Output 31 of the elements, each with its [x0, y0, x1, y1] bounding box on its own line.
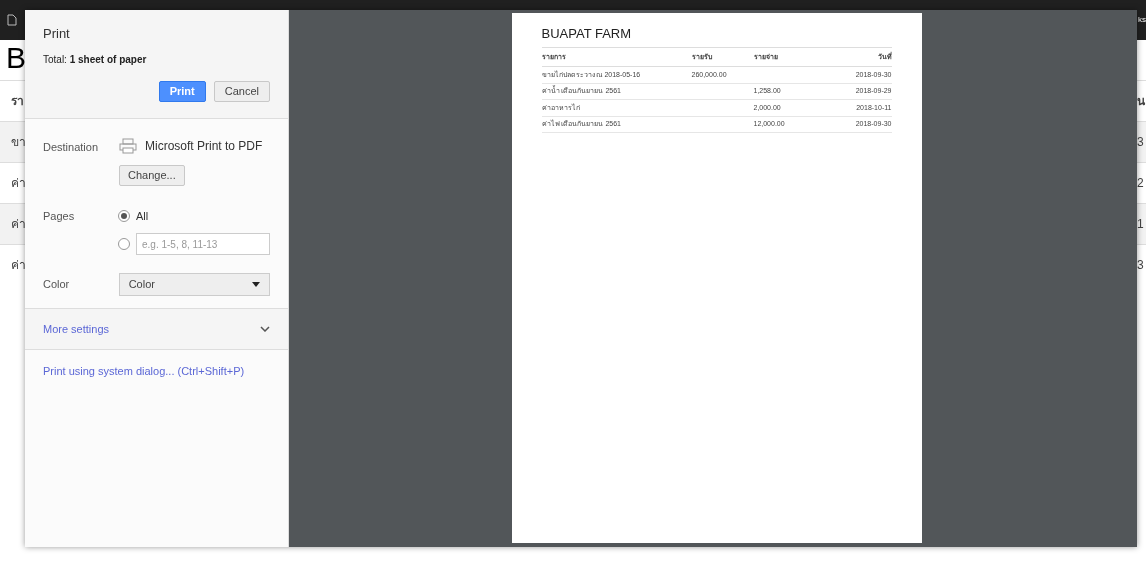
table-cell-text: น — [1137, 93, 1145, 110]
printer-name: Microsoft Print to PDF — [145, 137, 263, 155]
color-dropdown[interactable]: Color — [118, 273, 270, 296]
page-range-field[interactable]: e.g. 1-5, 8, 11-13 — [136, 233, 270, 255]
system-dialog-link[interactable]: Print using system dialog... (Ctrl+Shift+P) — [25, 350, 288, 380]
dropdown-caret-icon — [252, 282, 260, 287]
bookmarks-label[interactable]: ks — [1138, 15, 1146, 25]
table-cell-text: ค่า — [11, 175, 26, 192]
page-title: BUAPAT FARM — [541, 25, 633, 43]
more-settings-row[interactable]: More settings — [25, 309, 288, 350]
table-cell-text: 3 — [1137, 257, 1144, 274]
change-button[interactable]: Change... — [119, 164, 185, 186]
dialog-title: Print — [43, 25, 71, 43]
color-label: Color — [43, 277, 71, 293]
radio-button[interactable] — [118, 209, 130, 222]
table-cell-text: 2 — [1137, 175, 1144, 192]
table-cell-text: ค่า — [11, 257, 26, 274]
table-cell-text: ขา — [11, 134, 26, 151]
page-heading: B — [5, 40, 25, 76]
table-cell-text: รา — [11, 93, 24, 110]
printer-icon — [119, 137, 137, 154]
destination-label: Destination — [43, 139, 100, 155]
pages-label: Pages — [43, 208, 76, 224]
table-cell-text: ค่า — [11, 216, 26, 233]
table-cell-text: 3 — [1137, 134, 1144, 151]
sheet-count: Total: 1 sheet of paper — [43, 52, 148, 67]
page-icon — [7, 14, 17, 26]
cancel-button[interactable]: Cancel — [213, 80, 270, 102]
all-pages-label: All — [136, 208, 149, 224]
radio-button[interactable] — [118, 238, 130, 250]
table-cell-text: 1 — [1137, 216, 1144, 233]
